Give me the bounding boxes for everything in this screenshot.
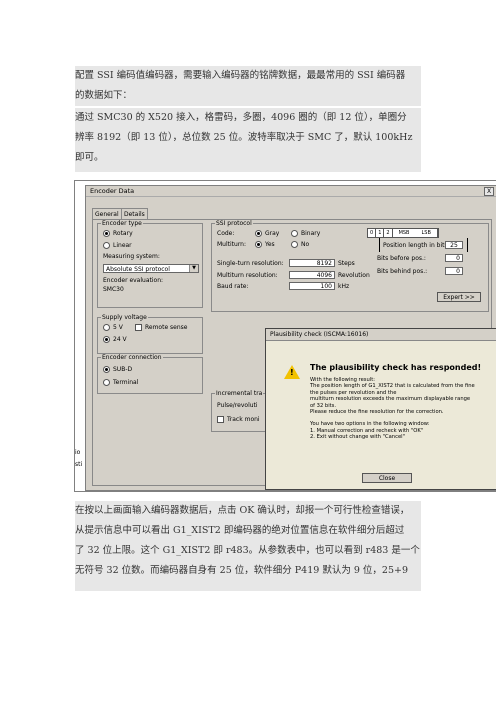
text-line: 无符号 32 位数。而编码器自身有 25 位，软件细分 P419 默认为 9 位… <box>75 565 408 576</box>
khz-unit: kHz <box>338 283 350 290</box>
group-legend: SSI protocol <box>216 220 252 227</box>
window-title: Encoder Data <box>90 187 135 195</box>
text-line: 即可。 <box>75 152 104 163</box>
multiturn-label: Multiturn: <box>217 241 247 248</box>
binary-label: Binary <box>301 230 321 237</box>
embedded-screenshot: io sti Encoder Data X General Details En… <box>74 180 496 492</box>
revolution-unit: Revolution <box>338 272 370 279</box>
bit-cell: 1 <box>376 229 385 237</box>
dialog-heading: The plausibility check has responded! <box>310 363 482 372</box>
pulse-revolution-label: Pulse/revoluti <box>217 402 258 409</box>
group-legend: Encoder type <box>102 220 142 227</box>
arrow-line <box>379 238 380 252</box>
binary-radio[interactable] <box>291 230 298 237</box>
message-line: The position length of G1_XIST2 that is … <box>310 383 475 390</box>
gray-label: Gray <box>265 230 280 237</box>
message-line: 2. Exit without change with "Cancel" <box>310 434 405 441</box>
baud-rate-field[interactable]: 100 <box>289 282 335 290</box>
explanation-paragraph: 在按以上画面输入编码器数据后，点击 OK 确认时，却报一个可行性检查错误， 从提… <box>75 501 421 591</box>
5v-radio[interactable] <box>103 324 110 331</box>
measuring-system-label: Measuring system: <box>103 253 160 260</box>
bit-cell-msb: MSB <box>398 230 410 236</box>
position-length-field[interactable]: 25 <box>445 241 463 249</box>
warning-icon: ! <box>284 365 300 379</box>
text-line: 配置 SSI 编码值编码器，需要输入编码器的铭牌数据，最最常用的 SSI 编码器 <box>75 70 406 81</box>
terminal-label: Terminal <box>113 379 139 386</box>
sub-d-label: SUB-D <box>113 366 133 373</box>
rotary-radio[interactable] <box>103 230 110 237</box>
text-line: 通过 SMC30 的 X520 接入，格雷码，多圈，4096 圈的（即 12 位… <box>75 112 407 123</box>
text-line: 在按以上画面输入编码器数据后，点击 OK 确认时，却报一个可行性检查错误， <box>75 505 410 516</box>
encoder-connection-group: Encoder connection <box>97 354 203 394</box>
encoder-evaluation-value: SMC30 <box>103 286 124 293</box>
plausibility-dialog: Plausibility check (ISCMA:16016) ! The p… <box>265 328 496 490</box>
remote-sense-label: Remote sense <box>145 324 188 331</box>
select-value: Absolute SSI protocol <box>106 266 170 273</box>
bits-before-field[interactable]: 0 <box>445 254 463 262</box>
baud-rate-label: Baud rate: <box>217 283 249 290</box>
text-line: 辨率 8192（即 13 位），总位数 25 位。波特率取决于 SMC 了，默认… <box>75 132 413 143</box>
multiturn-resolution-field[interactable]: 4096 <box>289 271 335 279</box>
track-monitoring-checkbox[interactable] <box>217 416 224 423</box>
multiturn-no-radio[interactable] <box>291 241 298 248</box>
24v-radio[interactable] <box>103 336 110 343</box>
5v-label: 5 V <box>113 324 123 331</box>
remote-sense-checkbox[interactable] <box>135 324 142 331</box>
background-text: io <box>75 449 81 456</box>
dialog-message: With the following result: The position … <box>310 377 490 441</box>
single-turn-resolution-field[interactable]: 8192 <box>289 259 335 267</box>
text-line: 了 32 位上限。这个 G1_XIST2 即 r483。从参数表中，也可以看到 … <box>75 545 420 556</box>
window-titlebar: Encoder Data X <box>86 186 496 197</box>
close-button[interactable]: Close <box>362 473 412 483</box>
multiturn-yes-radio[interactable] <box>255 241 262 248</box>
dialog-title: Plausibility check (ISCMA:16016) <box>270 331 369 338</box>
text-line: 的数据如下： <box>75 90 133 101</box>
encoder-evaluation-label: Encoder evaluation: <box>103 277 164 284</box>
bit-cell-lsb: LSB <box>419 229 438 237</box>
multiturn-resolution-label: Multiturn resolution: <box>217 272 278 279</box>
bit-cell: 2 <box>384 229 393 237</box>
24v-label: 24 V <box>113 336 127 343</box>
arrow-line <box>467 238 468 252</box>
rotary-label: Rotary <box>113 230 133 237</box>
supply-voltage-group: Supply voltage <box>97 314 203 354</box>
linear-radio[interactable] <box>103 242 110 249</box>
close-icon[interactable]: X <box>484 187 494 196</box>
sub-d-radio[interactable] <box>103 366 110 373</box>
measuring-system-select[interactable]: Absolute SSI protocol ▼ <box>103 264 199 273</box>
bits-behind-field[interactable]: 0 <box>445 267 463 275</box>
intro-paragraph: 配置 SSI 编码值编码器，需要输入编码器的铭牌数据，最最常用的 SSI 编码器… <box>75 66 421 106</box>
linear-label: Linear <box>113 242 132 249</box>
bit-cell: 0 <box>368 229 377 237</box>
code-label: Code: <box>217 230 235 237</box>
steps-unit: Steps <box>338 260 355 267</box>
gray-radio[interactable] <box>255 230 262 237</box>
expert-button[interactable]: Expert >> <box>437 292 481 302</box>
background-text: sti <box>75 461 83 468</box>
dialog-titlebar: Plausibility check (ISCMA:16016) <box>266 329 496 341</box>
chevron-down-icon[interactable]: ▼ <box>189 265 198 272</box>
position-length-label: Position length in bits: <box>383 242 450 249</box>
bit-diagram: 0 1 2 MSB LSB <box>367 228 439 238</box>
bits-before-label: Bits before pos.: <box>377 255 426 262</box>
multiturn-yes-label: Yes <box>265 241 275 248</box>
text-line: 从提示信息中可以看出 G1_XIST2 即编码器的绝对位置信息在软件细分后超过 <box>75 525 405 536</box>
group-legend: Encoder connection <box>102 354 162 361</box>
multiturn-no-label: No <box>301 241 310 248</box>
group-legend: Supply voltage <box>102 314 147 321</box>
message-line: multiturn resolution exceeds the maximum… <box>310 396 471 403</box>
track-monitoring-label: Track moni <box>227 416 260 423</box>
config-paragraph: 通过 SMC30 的 X520 接入，格雷码，多圈，4096 圈的（即 12 位… <box>75 108 421 172</box>
single-turn-resolution-label: Single-turn resolution: <box>217 260 284 267</box>
bits-behind-label: Bits behind pos.: <box>377 268 428 275</box>
terminal-radio[interactable] <box>103 379 110 386</box>
group-legend: Incremental tra <box>216 390 263 397</box>
